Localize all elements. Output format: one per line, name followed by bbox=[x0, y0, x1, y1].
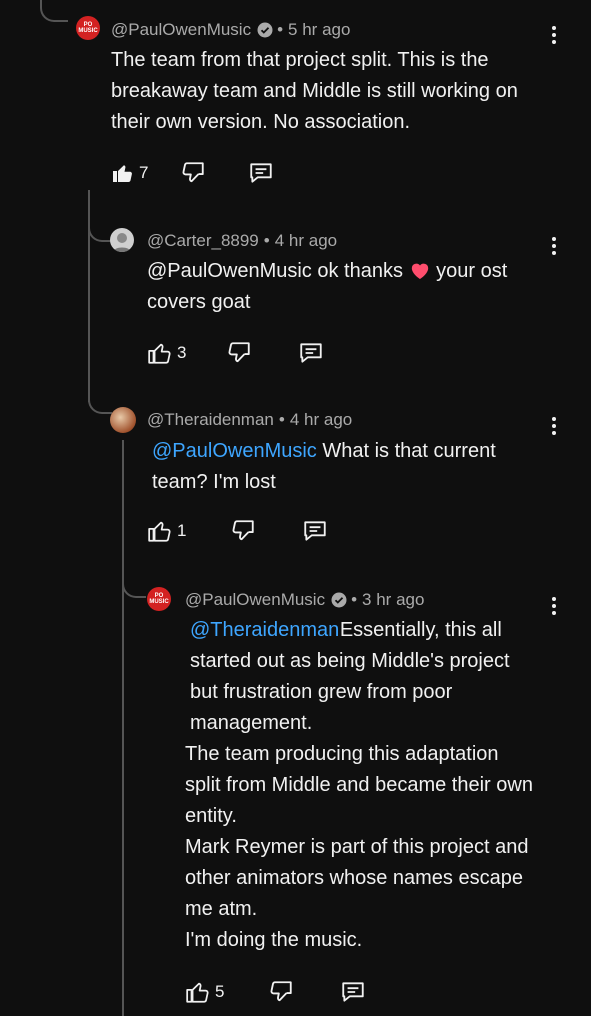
verified-icon bbox=[257, 22, 273, 38]
timestamp[interactable]: 4 hr ago bbox=[275, 231, 337, 251]
comment-text: @PaulOwenMusic ok thanks your ost covers… bbox=[147, 256, 547, 318]
timestamp[interactable]: 4 hr ago bbox=[290, 410, 352, 430]
reply-button[interactable] bbox=[298, 340, 324, 366]
thread-connector bbox=[88, 380, 112, 414]
more-options-icon[interactable] bbox=[551, 237, 557, 258]
thread-connector bbox=[122, 560, 146, 598]
more-options-icon[interactable] bbox=[551, 26, 557, 47]
reply-icon bbox=[342, 982, 365, 1002]
avatar-text: PO MUSIC bbox=[78, 22, 98, 34]
thumbs-up-icon bbox=[186, 982, 209, 1003]
more-options-icon[interactable] bbox=[551, 597, 557, 618]
like-button[interactable]: 3 bbox=[147, 340, 186, 366]
separator: • bbox=[277, 20, 284, 39]
comment-paragraph: I'm doing the music. bbox=[185, 929, 363, 951]
comment-meta: @Carter_8899 • 4 hr ago bbox=[147, 231, 337, 251]
comment-text: @PaulOwenMusic What is that current team… bbox=[152, 436, 542, 498]
thumbs-down-icon bbox=[270, 981, 293, 1002]
like-button[interactable]: 1 bbox=[147, 518, 186, 544]
avatar[interactable]: PO MUSIC bbox=[147, 587, 171, 611]
mention-link[interactable]: @PaulOwenMusic bbox=[152, 440, 317, 462]
comment-meta: @PaulOwenMusic • 3 hr ago bbox=[185, 590, 424, 610]
reply-button[interactable] bbox=[340, 979, 366, 1005]
like-button[interactable]: 5 bbox=[185, 979, 224, 1005]
avatar[interactable]: PO MUSIC bbox=[76, 16, 100, 40]
avatar[interactable] bbox=[110, 407, 136, 433]
avatar-face-icon bbox=[113, 233, 131, 252]
timestamp[interactable]: 5 hr ago bbox=[288, 20, 350, 40]
thumbs-up-icon bbox=[148, 343, 171, 364]
author-name[interactable]: @PaulOwenMusic bbox=[185, 590, 325, 610]
mention-text[interactable]: @PaulOwenMusic bbox=[147, 260, 312, 282]
thumbs-down-icon bbox=[228, 342, 251, 363]
mention-link[interactable]: @Theraidenman bbox=[190, 619, 339, 641]
comment-actions: 3 bbox=[147, 338, 324, 368]
dislike-button[interactable] bbox=[226, 340, 252, 366]
comment-paragraph: Mark Reymer is part of this project and … bbox=[185, 836, 529, 920]
comment-text-part: ok thanks bbox=[317, 260, 403, 282]
comment-actions: 1 bbox=[147, 516, 328, 546]
thread-connector bbox=[88, 214, 112, 242]
separator: • bbox=[263, 231, 270, 250]
reply-icon bbox=[250, 163, 273, 183]
thumbs-up-icon bbox=[113, 165, 132, 182]
comment-actions: 5 bbox=[185, 977, 366, 1007]
reply-icon bbox=[304, 521, 327, 541]
heart-emoji-icon bbox=[411, 263, 428, 280]
like-count: 7 bbox=[139, 163, 149, 182]
author-name[interactable]: @Carter_8899 bbox=[147, 231, 259, 251]
comment-paragraph: @Theraidenman Essentially, this all star… bbox=[190, 615, 535, 739]
author-name[interactable]: @Theraidenman bbox=[147, 410, 274, 430]
like-count: 3 bbox=[177, 343, 187, 362]
comment-meta: @Theraidenman • 4 hr ago bbox=[147, 410, 352, 430]
dislike-button[interactable] bbox=[268, 979, 294, 1005]
comment-actions: 7 bbox=[111, 158, 274, 188]
author-name[interactable]: @PaulOwenMusic bbox=[111, 20, 251, 40]
avatar[interactable] bbox=[110, 228, 134, 252]
timestamp[interactable]: 3 hr ago bbox=[362, 590, 424, 610]
thread-line bbox=[122, 440, 124, 1016]
more-options-icon[interactable] bbox=[551, 417, 557, 438]
verified-icon bbox=[331, 592, 347, 608]
comment-meta: @PaulOwenMusic • 5 hr ago bbox=[111, 20, 350, 40]
avatar-text: PO MUSIC bbox=[149, 593, 169, 605]
like-count: 1 bbox=[177, 521, 187, 540]
thumbs-down-icon bbox=[232, 520, 255, 541]
reply-icon bbox=[300, 343, 323, 363]
like-button[interactable]: 7 bbox=[111, 161, 148, 185]
comment-text: The team from that project split. This i… bbox=[111, 49, 518, 133]
reply-button[interactable] bbox=[248, 160, 274, 186]
dislike-button[interactable] bbox=[180, 160, 206, 186]
separator: • bbox=[278, 410, 285, 429]
thumbs-up-icon bbox=[148, 521, 171, 542]
separator: • bbox=[351, 590, 358, 609]
like-count: 5 bbox=[215, 982, 225, 1001]
reply-button[interactable] bbox=[302, 518, 328, 544]
thread-connector bbox=[40, 0, 68, 22]
dislike-button[interactable] bbox=[230, 518, 256, 544]
thumbs-down-icon bbox=[182, 162, 205, 183]
comment-text: @Theraidenman Essentially, this all star… bbox=[185, 615, 535, 956]
comment-paragraph: The team producing this adaptation split… bbox=[185, 743, 533, 827]
